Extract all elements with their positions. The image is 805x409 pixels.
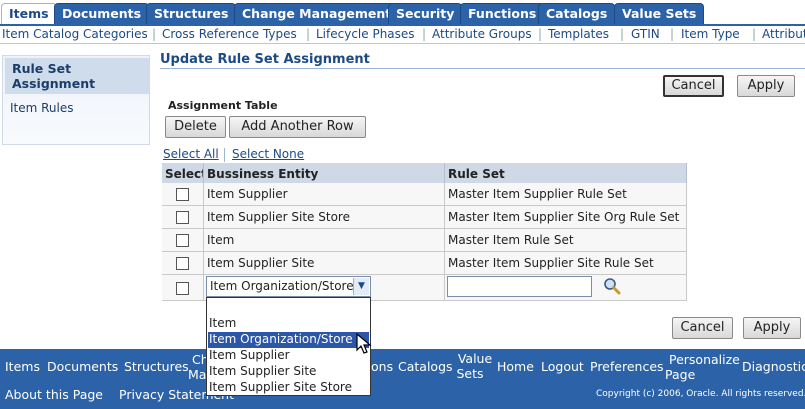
footer-link-preferences[interactable]: Preferences (590, 359, 664, 374)
footer-link-items[interactable]: Items (5, 359, 40, 374)
dropdown-option-item-organization-store[interactable]: Item Organization/Store (208, 332, 369, 348)
subtab-separator: | (152, 27, 157, 41)
dropdown-option-item-supplier-site-store[interactable]: Item Supplier Site Store (208, 380, 369, 396)
dropdown-option-item-supplier[interactable]: Item Supplier (208, 348, 369, 364)
row-spacer (687, 183, 805, 206)
top-tab-bar: Items Documents Structures Change Manage… (0, 0, 805, 26)
page-title: Update Rule Set Assignment (160, 52, 370, 67)
business-entity-select[interactable]: Item Organization/Store ▼ (206, 276, 371, 297)
table-row: Item Master Item Rule Set (162, 229, 805, 252)
subtab-separator: | (306, 27, 311, 41)
row-spacer (687, 206, 805, 229)
subtab-separator: | (422, 27, 427, 41)
footer-link-logout[interactable]: Logout (541, 359, 584, 374)
entity-cell: Item (204, 229, 445, 252)
subtab-attributes[interactable]: Attribut (762, 27, 805, 41)
rule-set-input[interactable] (447, 276, 592, 297)
tab-catalogs[interactable]: Catalogs (538, 3, 616, 25)
tab-items[interactable]: Items (1, 3, 57, 25)
chevron-down-icon[interactable]: ▼ (353, 278, 369, 295)
row-checkbox[interactable] (176, 257, 189, 270)
row-spacer (687, 252, 805, 275)
link-separator (224, 148, 225, 162)
footer-link-home[interactable]: Home (497, 359, 534, 374)
select-cell (162, 275, 204, 301)
table-row: Item Supplier Site Master Item Supplier … (162, 252, 805, 275)
subtab-cross-reference-types[interactable]: Cross Reference Types (162, 27, 297, 41)
footer-link-value-sets-line1[interactable]: Value (455, 352, 495, 366)
business-entity-dropdown-list: Item Item Organization/Store Item Suppli… (206, 297, 371, 396)
footer-link-personalize-page-line2[interactable]: Page (665, 367, 695, 382)
delete-button[interactable]: Delete (165, 116, 226, 138)
dropdown-option-item[interactable]: Item (208, 316, 369, 332)
rule-set-cell: Master Item Supplier Site Rule Set (445, 252, 687, 275)
row-spacer (687, 229, 805, 252)
footer-link-functions-partial[interactable]: ons (371, 359, 393, 374)
tab-structures[interactable]: Structures (146, 3, 237, 25)
dropdown-option-blank[interactable] (208, 300, 369, 316)
select-none-link[interactable]: Select None (232, 147, 304, 161)
footer-link-diagnostics[interactable]: Diagnostics (742, 359, 805, 374)
select-all-link[interactable]: Select All (163, 147, 219, 161)
search-icon[interactable] (603, 277, 621, 295)
subtab-templates[interactable]: Templates (548, 27, 609, 41)
entity-cell: Item Supplier (204, 183, 445, 206)
select-cell (162, 252, 204, 275)
rule-set-cell: Master Item Supplier Site Org Rule Set (445, 206, 687, 229)
row-checkbox[interactable] (176, 211, 189, 224)
footer-link-about-this-page[interactable]: About this Page (5, 387, 103, 402)
tab-functions[interactable]: Functions (460, 3, 545, 25)
side-navigation: Rule Set Assignment Item Rules (2, 55, 150, 145)
row-spacer (687, 275, 805, 298)
table-row: Item Supplier Master Item Supplier Rule … (162, 183, 805, 206)
subtab-separator: | (752, 27, 757, 41)
subtab-item-type[interactable]: Item Type (681, 27, 740, 41)
row-checkbox[interactable] (176, 282, 189, 295)
footer-link-catalogs[interactable]: Catalogs (398, 359, 453, 374)
entity-cell: Item Supplier Site Store (204, 206, 445, 229)
tab-value-sets[interactable]: Value Sets (614, 3, 705, 25)
footer-link-change-management-partial-2[interactable]: Ma (188, 367, 206, 382)
rule-set-cell: Master Item Supplier Rule Set (445, 183, 687, 206)
sub-tab-bar: Item Catalog Categories | Cross Referenc… (0, 26, 805, 44)
assignment-table-label: Assignment Table (168, 99, 278, 112)
sidenav-item-item-rules[interactable]: Item Rules (10, 101, 74, 115)
subtab-separator: | (670, 27, 675, 41)
subtab-gtin[interactable]: GTIN (631, 27, 660, 41)
rule-set-cell: Master Item Rule Set (445, 229, 687, 252)
select-cell (162, 229, 204, 252)
mouse-pointer-icon (356, 333, 372, 354)
footer-link-value-sets-line2[interactable]: Sets (450, 367, 490, 381)
copyright-text: Copyright (c) 2006, Oracle. All rights r… (596, 389, 805, 399)
page-title-rule (160, 68, 805, 69)
cancel-button-top[interactable]: Cancel (663, 75, 724, 97)
table-row: Item Supplier Site Store Master Item Sup… (162, 206, 805, 229)
footer-link-personalize-page-line1[interactable]: Personalize (669, 352, 740, 367)
entity-cell: Item Supplier Site (204, 252, 445, 275)
subtab-separator: | (538, 27, 543, 41)
cancel-button-bottom[interactable]: Cancel (672, 317, 733, 339)
sidenav-item-rule-set-assignment[interactable]: Rule Set Assignment (5, 58, 149, 94)
subtab-lifecycle-phases[interactable]: Lifecycle Phases (316, 27, 415, 41)
row-checkbox[interactable] (176, 188, 189, 201)
apply-button-top[interactable]: Apply (737, 75, 795, 97)
footer-link-documents[interactable]: Documents (47, 359, 118, 374)
add-another-row-button[interactable]: Add Another Row (229, 116, 366, 138)
tab-documents[interactable]: Documents (54, 3, 150, 25)
dropdown-option-item-supplier-site[interactable]: Item Supplier Site (208, 364, 369, 380)
row-checkbox[interactable] (176, 234, 189, 247)
subtab-attribute-groups[interactable]: Attribute Groups (432, 27, 532, 41)
tab-security[interactable]: Security (388, 3, 463, 25)
tab-change-management[interactable]: Change Management (234, 3, 400, 25)
app-window: Items Documents Structures Change Manage… (0, 0, 805, 409)
business-entity-select-value: Item Organization/Store (210, 279, 354, 293)
apply-button-bottom[interactable]: Apply (743, 317, 801, 339)
subtab-item-catalog-categories[interactable]: Item Catalog Categories (2, 27, 148, 41)
subtab-separator: | (620, 27, 625, 41)
footer-link-structures[interactable]: Structures (124, 359, 189, 374)
select-cell (162, 206, 204, 229)
select-cell (162, 183, 204, 206)
